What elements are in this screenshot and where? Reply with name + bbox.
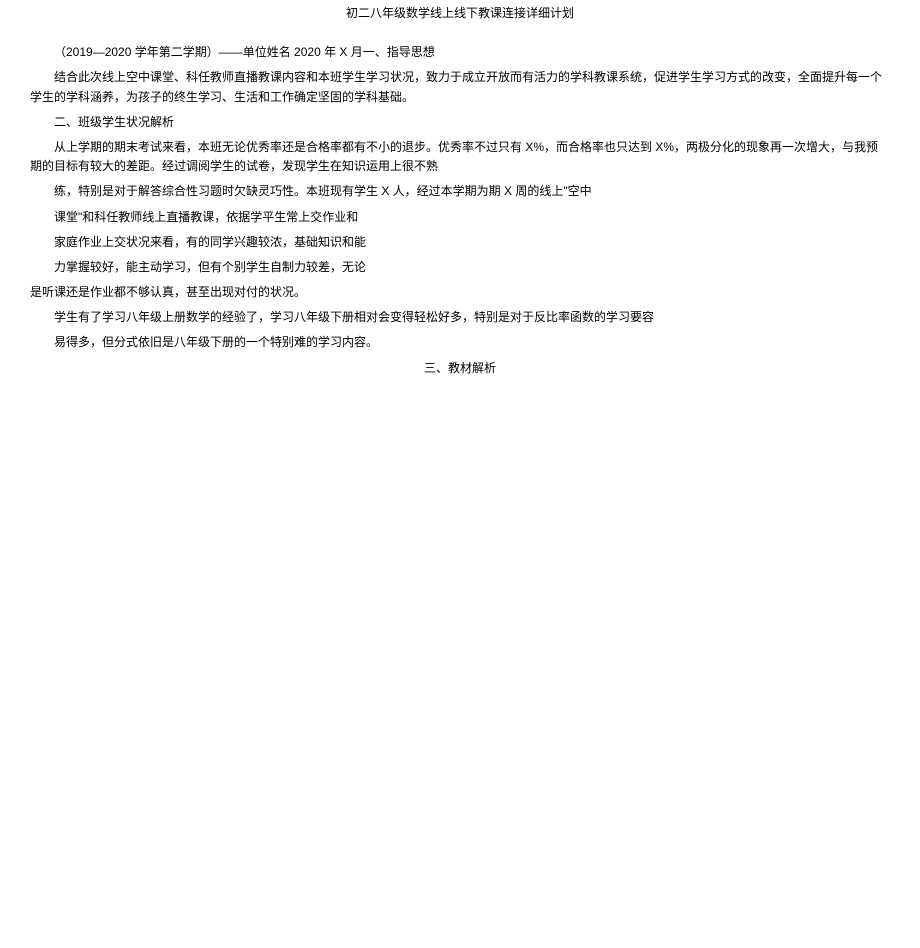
paragraph-listening: 是听课还是作业都不够认真，甚至出现对付的状况。 (30, 283, 890, 302)
paragraph-experience: 学生有了学习八年级上册数学的经验了，学习八年级下册相对会变得轻松好多，特别是对于… (30, 308, 890, 327)
paragraph-exam-analysis: 从上学期的期末考试来看，本班无论优秀率还是合格率都有不小的退步。优秀率不过只有 … (30, 138, 890, 176)
paragraph-difficulty: 易得多，但分式依旧是八年级下册的一个特别难的学习内容。 (30, 333, 890, 352)
paragraph-guiding-thought: 结合此次线上空中课堂、科任教师直播教课内容和本班学生学习状况，致力于成立开放而有… (30, 68, 890, 106)
paragraph-classroom: 课堂"和科任教师线上直播教课，依据学平生常上交作业和 (30, 208, 890, 227)
section-heading-class-analysis: 二、班级学生状况解析 (30, 113, 890, 132)
document-page: 初二八年级数学线上线下教课连接详细计划 （2019—2020 学年第二学期）——… (0, 0, 920, 378)
paragraph-practice: 练，特别是对于解答综合性习题时欠缺灵巧性。本班现有学生 X 人，经过本学期为期 … (30, 182, 890, 201)
paragraph-ability: 力掌握较好，能主动学习，但有个别学生自制力较差，无论 (30, 258, 890, 277)
paragraph-homework: 家庭作业上交状况来看，有的同学兴趣较浓，基础知识和能 (30, 233, 890, 252)
paragraph-meta: （2019—2020 学年第二学期）——单位姓名 2020 年 X 月一、指导思… (30, 43, 890, 62)
section-heading-material-analysis: 三、教材解析 (30, 359, 890, 378)
page-title: 初二八年级数学线上线下教课连接详细计划 (30, 0, 890, 43)
